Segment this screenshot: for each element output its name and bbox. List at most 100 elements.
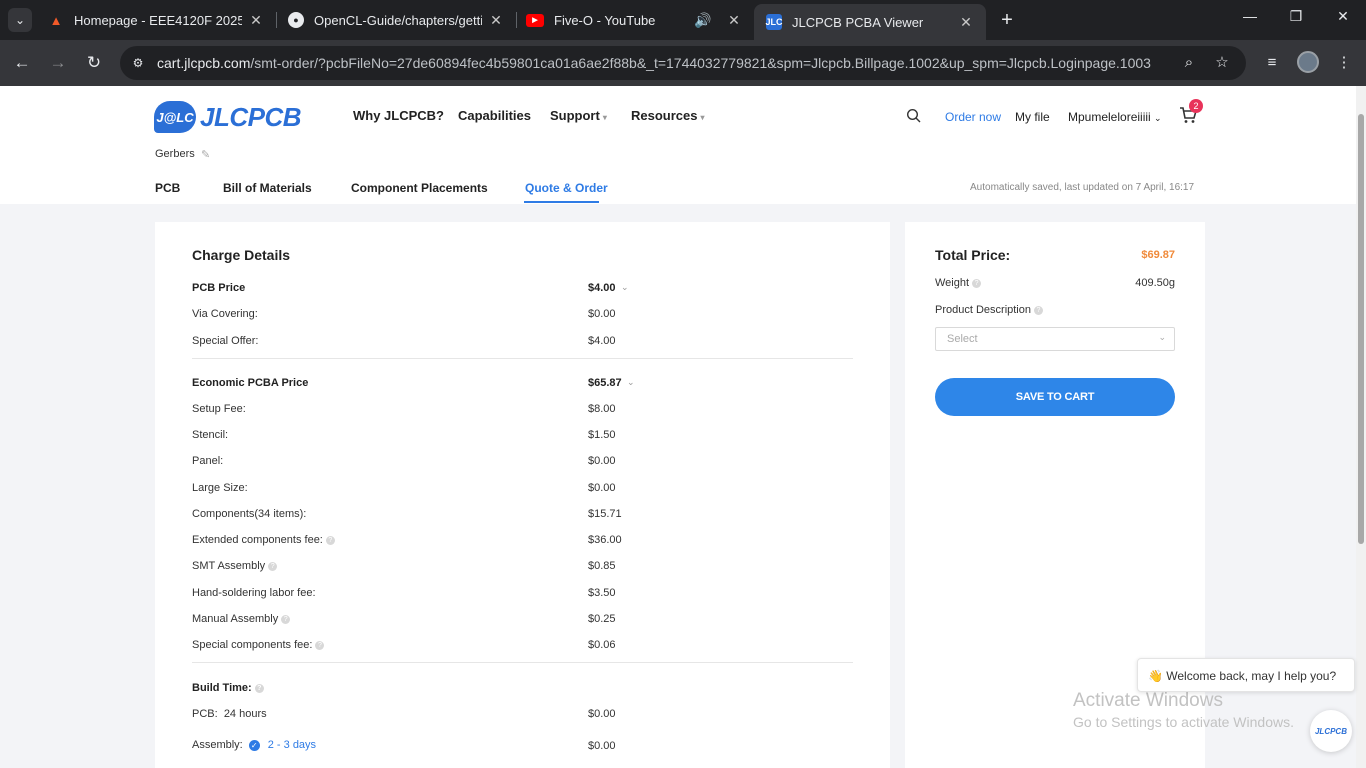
manual-assembly-row: Manual Assembly? [192, 613, 291, 625]
pcb-build-time-value: $0.00 [588, 708, 616, 720]
hand-soldering-value: $3.50 [588, 587, 616, 599]
stencil-label: Stencil: [192, 429, 229, 441]
site-settings-icon[interactable]: ⚙ [130, 55, 146, 71]
assembly-time-row: Assembly: ✓ 2 - 3 days [192, 739, 317, 751]
total-price-label: Total Price: [935, 247, 1011, 263]
reload-icon[interactable]: ↻ [83, 52, 105, 74]
smt-assembly-value: $0.85 [588, 560, 616, 572]
pcb-price-value: $4.00 [588, 282, 616, 294]
url-domain: cart.jlcpcb.com [157, 55, 251, 71]
chat-launcher-button[interactable]: JLCPCB [1310, 710, 1352, 752]
check-circle-icon[interactable]: ✓ [248, 739, 260, 751]
forward-arrow-icon[interactable]: → [47, 52, 69, 74]
special-components-row: Special components fee:? [192, 639, 325, 651]
via-covering-value: $0.00 [588, 308, 616, 320]
assembly-time-value: $0.00 [588, 740, 616, 752]
weight-value: 409.50g [1135, 277, 1175, 289]
nav-resources[interactable]: Resources ▾ [631, 108, 705, 123]
help-question-icon[interactable]: ? [281, 614, 291, 624]
special-offer-label: Special Offer: [192, 335, 259, 347]
jlcpcb-logo[interactable]: J@LC JLCPCB [154, 100, 302, 134]
speaker-icon[interactable]: 🔊 [694, 12, 711, 29]
assembly-time-option[interactable]: 2 - 3 days [268, 739, 316, 751]
charge-details-title: Charge Details [192, 247, 291, 263]
select-placeholder: Select [947, 333, 978, 345]
restore-icon[interactable]: ❐ [1284, 8, 1308, 25]
browser-tabbar: ⌄ ▲ Homepage - EEE4120F 2025 | D ✕ ● Ope… [0, 0, 1366, 40]
window-close-icon[interactable]: ✕ [1331, 8, 1355, 25]
active-tab-underline [524, 201, 599, 203]
extended-fee-row: Extended components fee:? [192, 534, 335, 546]
tab-homepage[interactable]: ▲ Homepage - EEE4120F 2025 | D ✕ [36, 5, 276, 35]
close-icon[interactable]: ✕ [726, 12, 742, 29]
caret-down-icon: ▾ [602, 113, 607, 122]
product-description-select[interactable]: Select ⌄ [935, 327, 1175, 351]
menu-kebab-icon[interactable]: ⋮ [1333, 52, 1355, 74]
minimize-icon[interactable]: — [1238, 8, 1262, 24]
activate-windows-subtitle: Go to Settings to activate Windows. [1073, 714, 1294, 730]
moodle-icon: ▲ [49, 12, 63, 28]
large-size-label: Large Size: [192, 482, 248, 494]
help-question-icon[interactable]: ? [325, 535, 335, 545]
pcba-price-value: $65.87 [588, 377, 622, 389]
help-question-icon[interactable]: ? [268, 561, 278, 571]
help-question-icon[interactable]: ? [315, 640, 325, 650]
setup-fee-label: Setup Fee: [192, 403, 246, 415]
close-icon[interactable]: ✕ [488, 12, 504, 29]
autosave-status: Automatically saved, last updated on 7 A… [970, 182, 1195, 193]
search-icon[interactable] [906, 108, 922, 124]
tab-quote-order[interactable]: Quote & Order [525, 181, 608, 195]
github-icon: ● [288, 12, 304, 28]
profile-avatar[interactable] [1297, 51, 1319, 73]
help-question-icon[interactable]: ? [254, 683, 264, 693]
chat-welcome-bubble[interactable]: 👋 Welcome back, may I help you? [1137, 658, 1355, 692]
pcb-build-time-row: PCB: 24 hours [192, 708, 267, 720]
activate-windows-title: Activate Windows [1073, 690, 1223, 711]
close-icon[interactable]: ✕ [958, 14, 974, 31]
save-to-cart-button[interactable]: SAVE TO CART [935, 378, 1175, 416]
user-menu[interactable]: Mpumeleloreiiiii ⌄ [1068, 110, 1162, 124]
tab-youtube[interactable]: ▶ Five-O - YouTube 🔊 ✕ [514, 5, 754, 35]
chevron-down-icon[interactable]: ⌄ [627, 377, 635, 388]
nav-why-jlcpcb[interactable]: Why JLCPCB? [353, 108, 444, 123]
chevron-down-icon: ⌄ [1154, 113, 1162, 123]
chevron-down-icon[interactable]: ⌄ [621, 282, 629, 293]
youtube-icon: ▶ [526, 13, 544, 27]
my-file-link[interactable]: My file [1015, 110, 1050, 124]
tab-search-chevron-icon[interactable]: ⌄ [8, 8, 32, 32]
hand-soldering-label: Hand-soldering labor fee: [192, 587, 316, 599]
back-arrow-icon[interactable]: ← [11, 52, 33, 74]
tab-opencl-guide[interactable]: ● OpenCL-Guide/chapters/getting ✕ [276, 5, 516, 35]
order-now-link[interactable]: Order now [945, 110, 1001, 124]
close-icon[interactable]: ✕ [248, 12, 264, 29]
help-question-icon[interactable]: ? [972, 278, 982, 288]
address-bar[interactable]: ⚙ cart.jlcpcb.com/smt-order/?pcbFileNo=2… [120, 46, 1246, 80]
nav-capabilities[interactable]: Capabilities [458, 108, 531, 123]
url-path: /smt-order/?pcbFileNo=27de60894fec4b5980… [250, 55, 1151, 71]
total-price-value: $69.87 [1141, 249, 1175, 261]
divider [192, 662, 853, 663]
tab-pcb[interactable]: PCB [155, 181, 180, 195]
panel-value: $0.00 [588, 455, 616, 467]
edit-pencil-icon[interactable]: ✎ [201, 148, 210, 161]
tab-component-placements[interactable]: Component Placements [351, 181, 488, 195]
zoom-search-icon[interactable]: ⌕ [1180, 54, 1198, 72]
tab-bill-of-materials[interactable]: Bill of Materials [223, 181, 312, 195]
tab-jlcpcb-viewer[interactable]: JLC JLCPCB PCBA Viewer ✕ [754, 4, 986, 40]
logo-word: JLCPCB [200, 101, 302, 132]
media-controls-icon[interactable]: ≡ [1261, 52, 1283, 74]
scrollbar-thumb[interactable] [1358, 114, 1364, 544]
site-header: J@LC JLCPCB Why JLCPCB? Capabilities Sup… [0, 86, 1356, 204]
bookmark-star-icon[interactable]: ☆ [1213, 54, 1231, 72]
browser-toolbar: ← → ↻ ⚙ cart.jlcpcb.com/smt-order/?pcbFi… [0, 40, 1366, 86]
help-question-icon[interactable]: ? [1034, 305, 1043, 315]
logo-mark: J@LC [154, 101, 196, 133]
nav-support[interactable]: Support ▾ [550, 108, 607, 123]
new-tab-plus-icon[interactable]: + [996, 9, 1018, 32]
chat-logo: JLCPCB [1314, 726, 1347, 736]
stencil-value: $1.50 [588, 429, 616, 441]
special-components-value: $0.06 [588, 639, 616, 651]
chevron-down-icon: ⌄ [1158, 332, 1166, 342]
cart-count-badge: 2 [1189, 99, 1203, 113]
page-scrollbar[interactable] [1356, 86, 1366, 768]
